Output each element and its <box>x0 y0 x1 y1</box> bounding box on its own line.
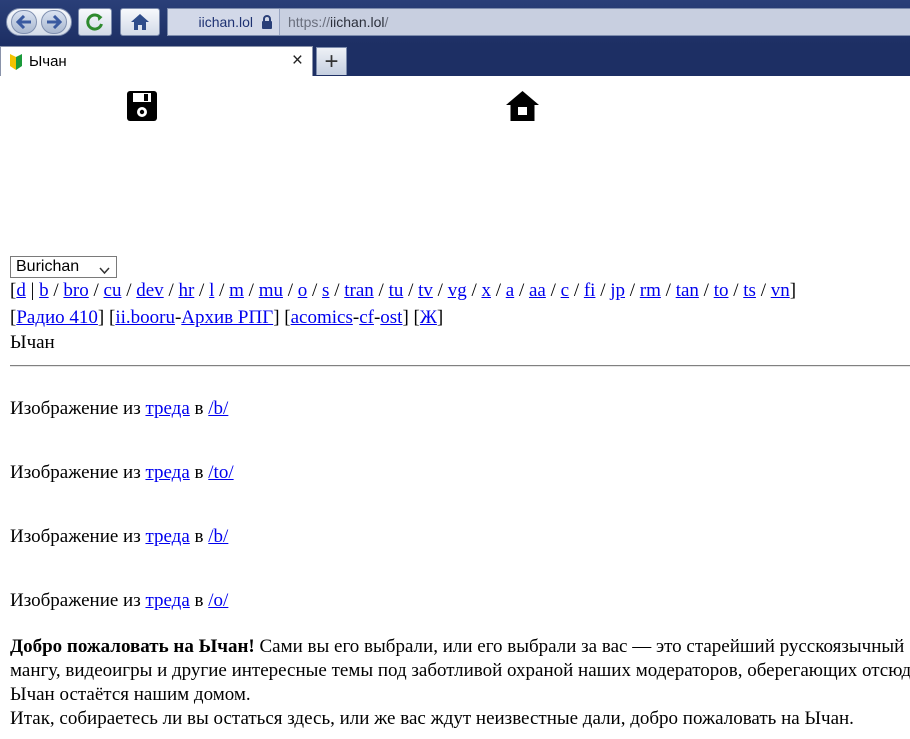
thread-link[interactable]: треда <box>145 398 189 419</box>
thread-link[interactable]: треда <box>145 462 189 483</box>
back-button[interactable] <box>11 10 37 34</box>
image-caption-prefix: Изображение из <box>10 590 141 611</box>
floppy-disk-icon[interactable] <box>126 90 158 127</box>
site-identity[interactable]: iichan.lol <box>168 9 280 35</box>
address-bar[interactable]: iichan.lol https://iichan.lol/ <box>167 8 910 36</box>
image-caption-mid: в <box>194 398 204 419</box>
thread-link[interactable]: треда <box>145 590 189 611</box>
tab-iichan[interactable]: Ычан × <box>0 46 313 76</box>
board-link-aa[interactable]: aa <box>529 280 546 301</box>
board-link-m[interactable]: m <box>229 280 244 301</box>
ost-link[interactable]: ost <box>380 307 402 328</box>
radio-link[interactable]: Радио 410 <box>16 307 98 328</box>
board-link-tan[interactable]: tan <box>676 280 699 301</box>
arrow-right-icon <box>47 15 62 29</box>
arrow-left-icon <box>16 15 31 29</box>
image-caption: Изображение из треда в /to/ <box>10 462 234 484</box>
image-caption-mid: в <box>194 590 204 611</box>
board-link-ts[interactable]: ts <box>743 280 756 301</box>
welcome-line1: Сами вы его выбрали, или его выбрали за … <box>254 636 905 657</box>
image-caption-prefix: Изображение из <box>10 462 141 483</box>
board-link-vg[interactable]: vg <box>448 280 467 301</box>
board-link-to[interactable]: to <box>714 280 729 301</box>
page-content: Burichan [d | b / bro / cu / dev / hr / … <box>0 76 910 739</box>
booru-link[interactable]: ii.booru <box>115 307 175 328</box>
welcome-line3: Ычан остаётся нашим домом. <box>10 684 251 705</box>
site-identity-label: iichan.lol <box>198 14 253 30</box>
back-forward-group <box>6 8 72 36</box>
board-link-bro[interactable]: bro <box>63 280 88 301</box>
board-link[interactable]: /to/ <box>208 462 233 483</box>
browser-toolbar: iichan.lol https://iichan.lol/ <box>0 0 910 44</box>
board-link-rm[interactable]: rm <box>640 280 661 301</box>
board-list: [d | b / bro / cu / dev / hr / l / m / m… <box>10 280 797 301</box>
lock-icon <box>262 15 272 29</box>
board-link-tran[interactable]: tran <box>344 280 374 301</box>
board-link-vn[interactable]: vn <box>771 280 790 301</box>
tab-close-button[interactable]: × <box>292 50 303 72</box>
extra-links: [Радио 410] [ii.booru-Архив РПГ] [acomic… <box>10 307 444 328</box>
new-tab-button[interactable]: + <box>316 47 347 75</box>
style-select-value: Burichan <box>16 258 80 275</box>
welcome-line4: Итак, собираетесь ли вы остаться здесь, … <box>10 708 854 729</box>
image-caption-prefix: Изображение из <box>10 526 141 547</box>
home-button[interactable] <box>120 8 160 36</box>
cf-link[interactable]: cf <box>359 307 374 328</box>
acomics-link[interactable]: acomics <box>291 307 353 328</box>
home-icon <box>131 14 149 30</box>
chevron-down-icon <box>99 262 110 280</box>
image-caption: Изображение из треда в /o/ <box>10 590 228 612</box>
house-icon[interactable] <box>505 90 540 127</box>
zh-link[interactable]: Ж <box>420 307 437 328</box>
welcome-bold: Добро пожаловать на Ычан! <box>10 636 255 657</box>
board-link-x[interactable]: x <box>481 280 491 301</box>
url-scheme: https:// <box>288 14 331 30</box>
image-caption-mid: в <box>194 526 204 547</box>
board-link-c[interactable]: c <box>561 280 569 301</box>
url-path: / <box>384 14 389 30</box>
board-link[interactable]: /b/ <box>208 398 228 419</box>
thread-link[interactable]: треда <box>145 526 189 547</box>
board-link-d[interactable]: d <box>16 280 26 301</box>
welcome-line2: мангу, видеоигры и другие интересные тем… <box>10 660 910 681</box>
reload-button[interactable] <box>78 8 112 36</box>
board-link-tu[interactable]: tu <box>389 280 404 301</box>
forward-button[interactable] <box>41 10 67 34</box>
style-select[interactable]: Burichan <box>10 256 117 278</box>
board-link-mu[interactable]: mu <box>259 280 283 301</box>
board-link-tv[interactable]: tv <box>418 280 433 301</box>
image-caption: Изображение из треда в /b/ <box>10 526 228 548</box>
image-caption-prefix: Изображение из <box>10 398 141 419</box>
url-host: iichan.lol <box>330 14 385 30</box>
tab-title: Ычан <box>29 53 67 70</box>
image-caption: Изображение из треда в /b/ <box>10 398 228 420</box>
board-link-dev[interactable]: dev <box>136 280 163 301</box>
divider <box>10 365 910 367</box>
board-link-s[interactable]: s <box>322 280 329 301</box>
board-link-jp[interactable]: jp <box>610 280 625 301</box>
reload-icon <box>86 13 103 31</box>
image-caption-mid: в <box>194 462 204 483</box>
board-link-b[interactable]: b <box>39 280 49 301</box>
board-link-a[interactable]: a <box>506 280 514 301</box>
tab-strip: Ычан × + <box>0 44 910 76</box>
board-link-o[interactable]: o <box>298 280 308 301</box>
rpg-archive-link[interactable]: Архив РПГ <box>181 307 273 328</box>
board-link-l[interactable]: l <box>209 280 214 301</box>
url-text[interactable]: https://iichan.lol/ <box>288 14 388 30</box>
board-link[interactable]: /b/ <box>208 526 228 547</box>
board-link-fi[interactable]: fi <box>584 280 596 301</box>
board-link-cu[interactable]: cu <box>104 280 122 301</box>
site-name: Ычан <box>10 332 55 353</box>
welcome-text: Добро пожаловать на Ычан! Сами вы его вы… <box>10 635 910 731</box>
board-link-hr[interactable]: hr <box>178 280 194 301</box>
beginner-leaf-icon <box>9 54 23 75</box>
board-link[interactable]: /o/ <box>208 590 228 611</box>
